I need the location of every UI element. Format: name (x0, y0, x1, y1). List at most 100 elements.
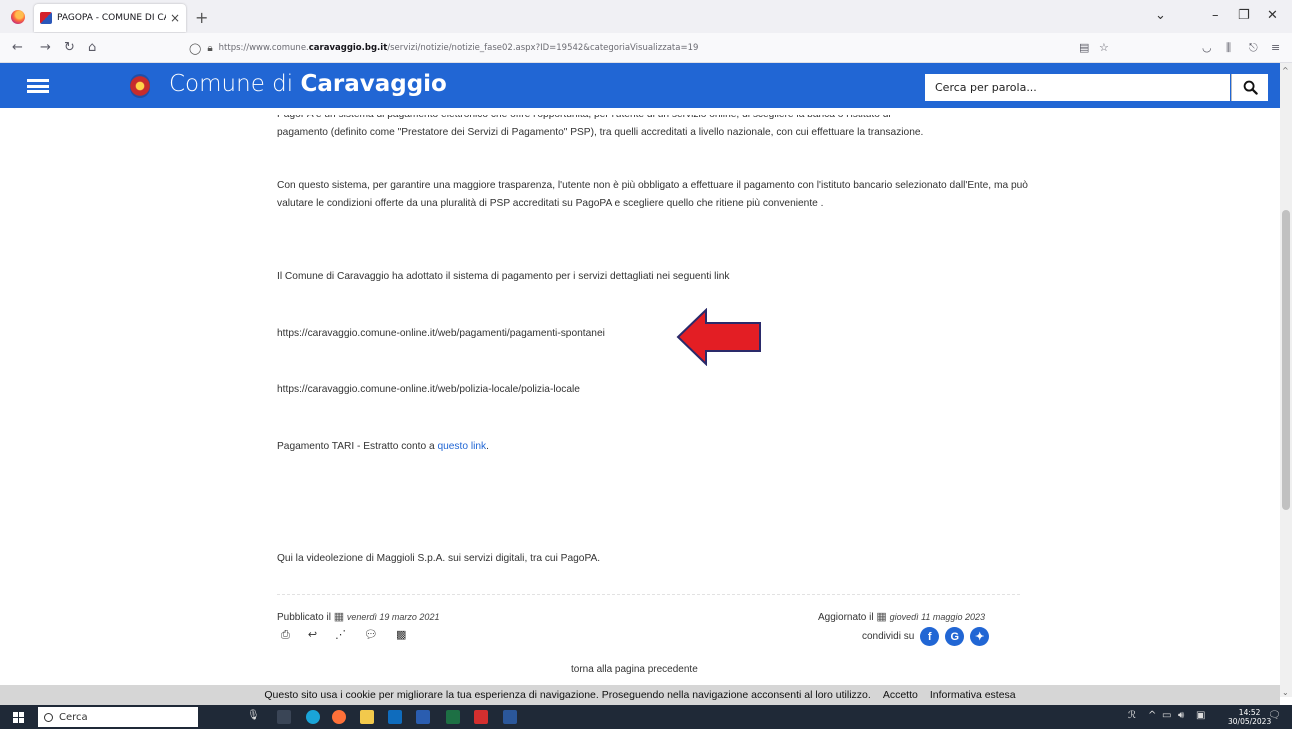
site-favicon-icon (40, 12, 52, 24)
scroll-down-icon[interactable]: ⌄ (1282, 688, 1289, 697)
file-explorer-icon[interactable] (360, 710, 374, 724)
twitter-icon[interactable]: ✦ (970, 627, 990, 646)
facebook-icon[interactable]: f (920, 627, 940, 646)
firefox-taskbar-icon[interactable] (332, 710, 346, 724)
updated-label: Aggiornato il (818, 612, 874, 623)
hamburger-menu-icon[interactable] (27, 79, 49, 93)
search-button[interactable] (1231, 74, 1268, 101)
task-view-icon[interactable] (277, 710, 291, 724)
tari-end: . (486, 441, 489, 452)
taskbar-search[interactable]: Cerca (38, 707, 198, 727)
google-icon[interactable]: G (945, 627, 965, 646)
intro-paragraph: PagoPA è un sistema di pagamento elettro… (277, 115, 1037, 142)
lock-icon[interactable]: 🔒︎ (207, 43, 212, 54)
site-title[interactable]: Comune di Caravaggio (169, 71, 447, 97)
forward-arrow-icon[interactable]: → (40, 40, 51, 55)
taskbar-search-label: Cerca (59, 711, 88, 723)
tray-chevron-icon[interactable]: ^ (1148, 710, 1156, 721)
outlook-icon[interactable] (388, 710, 402, 724)
updated-date: giovedì 11 maggio 2023 (889, 612, 985, 622)
updated-info: Aggiornato il ▦ giovedì 11 maggio 2023 (818, 610, 985, 623)
municipal-crest-icon[interactable] (130, 74, 150, 98)
reader-view-icon[interactable]: ▤ (1079, 41, 1089, 54)
share-label: condividi su (862, 631, 915, 642)
browser-tab[interactable]: PAGOPA - COMUNE DI CARAVAGGIO × (34, 4, 186, 32)
extensions-icon[interactable]: ⎋ (1249, 41, 1258, 55)
calendar-icon: ▦ (333, 611, 345, 623)
microphone-icon[interactable]: 🎙︎ (247, 710, 260, 721)
new-tab-button[interactable]: + (195, 8, 208, 27)
pocket-icon[interactable]: ◡ (1202, 41, 1212, 54)
volume-icon[interactable]: 🔊︎ (1178, 710, 1184, 721)
minimize-icon[interactable]: – (1212, 8, 1219, 23)
acrobat-icon[interactable] (474, 710, 488, 724)
network-icon[interactable]: ▭ (1162, 710, 1171, 721)
payments-link[interactable]: https://caravaggio.comune-online.it/web/… (277, 325, 1037, 343)
browser-tab-bar: PAGOPA - COMUNE DI CARAVAGGIO × + ⌄ – ❐ … (0, 0, 1292, 33)
video-paragraph: Qui la videolezione di Maggioli S.p.A. s… (277, 553, 601, 564)
tab-list-chevron-icon[interactable]: ⌄ (1155, 8, 1166, 23)
site-header: Comune di Caravaggio Cerca per parola... (0, 63, 1280, 108)
windows-taskbar: Cerca 🎙︎ ℛ ^ ▭ 🔊︎ ▣ 14:52 30/05/2023 🗨︎ (0, 705, 1292, 729)
clock-time: 14:52 (1238, 708, 1261, 717)
url-domain: caravaggio.bg.it (308, 43, 388, 53)
user-icon[interactable]: ℛ (1128, 710, 1136, 721)
url-prefix: https://www.comune. (218, 43, 309, 53)
search-input[interactable]: Cerca per parola... (925, 74, 1230, 101)
system-clock[interactable]: 14:52 30/05/2023 (1228, 708, 1271, 726)
site-title-prefix: Comune di (169, 71, 301, 97)
windows-start-icon[interactable] (13, 712, 24, 723)
firefox-icon[interactable] (11, 10, 25, 24)
browser-nav-bar: ← → ↻ ⌂ ◯ 🔒︎ https://www.comune. caravagg… (0, 33, 1292, 63)
back-link[interactable]: torna alla pagina precedente (571, 664, 698, 675)
print-icon[interactable]: ⎙ (281, 628, 290, 642)
transparency-paragraph: Con questo sistema, per garantire una ma… (277, 180, 1028, 209)
comments-icon[interactable]: 💬︎ (364, 628, 378, 642)
tracking-shield-icon[interactable]: ◯ (189, 42, 201, 55)
search-icon (1243, 80, 1258, 95)
maximize-icon[interactable]: ❐ (1238, 8, 1250, 23)
keyboard-language-icon[interactable]: ▣ (1196, 710, 1205, 721)
published-info: Pubblicato il ▦ venerdì 19 marzo 2021 (277, 610, 439, 623)
notifications-icon[interactable]: 🗨︎ (1268, 710, 1281, 721)
tari-link[interactable]: questo link (437, 441, 486, 452)
calendar-icon: ▦ (876, 611, 887, 623)
payments-link-text[interactable]: https://caravaggio.comune-online.it/web/… (277, 328, 605, 339)
police-link-text[interactable]: https://caravaggio.comune-online.it/web/… (277, 384, 580, 395)
cookie-banner: Questo sito usa i cookie per migliorare … (0, 685, 1280, 705)
library-icon[interactable]: ⫼ (1226, 41, 1231, 55)
search-placeholder: Cerca per parola... (935, 81, 1037, 94)
share-section: condividi su f G ✦ (862, 627, 990, 646)
published-date: venerdì 19 marzo 2021 (346, 612, 440, 622)
cookie-accept-button[interactable]: Accetto (883, 689, 918, 701)
tab-close-icon[interactable]: × (170, 11, 180, 25)
cortana-icon (44, 712, 53, 722)
close-window-icon[interactable]: ✕ (1267, 8, 1278, 23)
home-icon[interactable]: ⌂ (88, 40, 96, 55)
excel-icon[interactable] (446, 710, 460, 724)
clock-date: 30/05/2023 (1228, 717, 1272, 726)
reply-icon[interactable]: ↩ (308, 628, 317, 642)
rss-icon[interactable]: ⋰ (335, 628, 346, 642)
cookie-info-link[interactable]: Informativa estesa (930, 689, 1016, 701)
police-link[interactable]: https://caravaggio.comune-online.it/web/… (277, 381, 1037, 399)
site-title-bold: Caravaggio (300, 71, 447, 97)
back-arrow-icon[interactable]: ← (12, 40, 23, 55)
scrollbar-thumb[interactable] (1282, 210, 1290, 510)
word-icon[interactable] (503, 710, 517, 724)
scroll-up-icon[interactable]: ^ (1282, 66, 1289, 75)
footer-divider (277, 594, 1020, 595)
page-tools: ⎙ ↩ ⋰ 💬︎ ▩ (281, 628, 406, 642)
cookie-text: Questo sito usa i cookie per migliorare … (264, 689, 871, 701)
qr-code-icon[interactable]: ▩ (396, 628, 406, 642)
reload-icon[interactable]: ↻ (64, 40, 75, 55)
menu-icon[interactable]: ≡ (1271, 41, 1280, 54)
edge-icon[interactable] (306, 710, 320, 724)
tari-paragraph: Pagamento TARI - Estratto conto a questo… (277, 438, 1037, 456)
tab-title: PAGOPA - COMUNE DI CARAVAGGIO (57, 13, 166, 23)
red-arrow-annotation (676, 308, 761, 366)
url-bar[interactable]: ◯ 🔒︎ https://www.comune. caravaggio.bg.it… (180, 37, 1115, 59)
bookmark-star-icon[interactable]: ☆ (1099, 41, 1109, 54)
maggioli-app-icon[interactable] (416, 710, 430, 724)
intro-line: pagamento (definito come "Prestatore dei… (277, 127, 924, 138)
